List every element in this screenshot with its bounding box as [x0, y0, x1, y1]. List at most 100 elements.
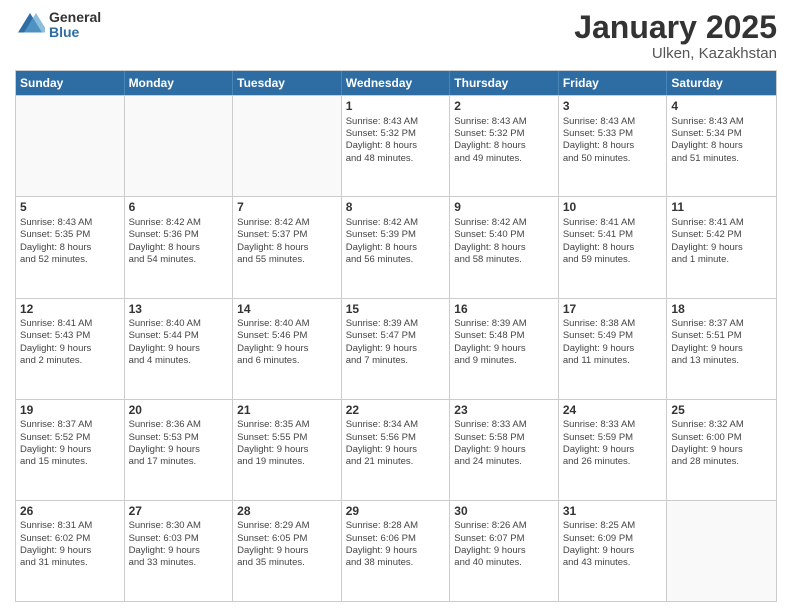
day-info: and 1 minute.	[671, 254, 772, 266]
day-number: 14	[237, 302, 337, 318]
day-info: Sunrise: 8:40 AM	[129, 318, 229, 330]
day-info: Sunset: 5:49 PM	[563, 330, 663, 342]
cal-cell: 8Sunrise: 8:42 AMSunset: 5:39 PMDaylight…	[342, 197, 451, 297]
day-info: Daylight: 9 hours	[346, 444, 446, 456]
cal-header-thursday: Thursday	[450, 71, 559, 95]
day-info: Sunset: 5:39 PM	[346, 229, 446, 241]
day-info: Daylight: 8 hours	[454, 140, 554, 152]
cal-cell: 29Sunrise: 8:28 AMSunset: 6:06 PMDayligh…	[342, 501, 451, 601]
day-info: Daylight: 9 hours	[671, 242, 772, 254]
day-info: Daylight: 9 hours	[20, 343, 120, 355]
day-info: and 56 minutes.	[346, 254, 446, 266]
cal-cell: 30Sunrise: 8:26 AMSunset: 6:07 PMDayligh…	[450, 501, 559, 601]
day-info: and 55 minutes.	[237, 254, 337, 266]
day-info: and 51 minutes.	[671, 153, 772, 165]
day-info: Sunrise: 8:33 AM	[563, 419, 663, 431]
logo-blue: Blue	[49, 25, 101, 40]
day-info: and 19 minutes.	[237, 456, 337, 468]
day-info: Sunrise: 8:42 AM	[129, 217, 229, 229]
day-info: Sunrise: 8:25 AM	[563, 520, 663, 532]
day-number: 17	[563, 302, 663, 318]
day-number: 26	[20, 504, 120, 520]
cal-header-friday: Friday	[559, 71, 668, 95]
cal-cell: 12Sunrise: 8:41 AMSunset: 5:43 PMDayligh…	[16, 299, 125, 399]
day-info: Daylight: 9 hours	[346, 343, 446, 355]
day-number: 9	[454, 200, 554, 216]
day-info: Sunset: 6:02 PM	[20, 533, 120, 545]
day-info: Sunrise: 8:42 AM	[346, 217, 446, 229]
day-info: and 26 minutes.	[563, 456, 663, 468]
day-info: Sunrise: 8:28 AM	[346, 520, 446, 532]
day-number: 15	[346, 302, 446, 318]
cal-cell: 28Sunrise: 8:29 AMSunset: 6:05 PMDayligh…	[233, 501, 342, 601]
cal-row-1: 5Sunrise: 8:43 AMSunset: 5:35 PMDaylight…	[16, 196, 776, 297]
day-info: and 4 minutes.	[129, 355, 229, 367]
cal-cell: 19Sunrise: 8:37 AMSunset: 5:52 PMDayligh…	[16, 400, 125, 500]
day-info: and 33 minutes.	[129, 557, 229, 569]
day-info: Sunrise: 8:39 AM	[346, 318, 446, 330]
day-info: Daylight: 9 hours	[20, 444, 120, 456]
day-info: and 28 minutes.	[671, 456, 772, 468]
day-info: Sunrise: 8:37 AM	[20, 419, 120, 431]
day-info: Sunset: 5:32 PM	[346, 128, 446, 140]
day-info: Sunset: 5:40 PM	[454, 229, 554, 241]
cal-cell: 3Sunrise: 8:43 AMSunset: 5:33 PMDaylight…	[559, 96, 668, 196]
cal-cell: 10Sunrise: 8:41 AMSunset: 5:41 PMDayligh…	[559, 197, 668, 297]
logo-text: General Blue	[49, 10, 101, 41]
cal-cell: 24Sunrise: 8:33 AMSunset: 5:59 PMDayligh…	[559, 400, 668, 500]
day-info: Daylight: 9 hours	[454, 545, 554, 557]
day-number: 7	[237, 200, 337, 216]
cal-cell: 11Sunrise: 8:41 AMSunset: 5:42 PMDayligh…	[667, 197, 776, 297]
day-info: Daylight: 9 hours	[20, 545, 120, 557]
day-info: Sunset: 5:48 PM	[454, 330, 554, 342]
day-info: Daylight: 9 hours	[237, 343, 337, 355]
day-info: Sunrise: 8:30 AM	[129, 520, 229, 532]
cal-cell	[16, 96, 125, 196]
cal-cell: 20Sunrise: 8:36 AMSunset: 5:53 PMDayligh…	[125, 400, 234, 500]
cal-cell: 7Sunrise: 8:42 AMSunset: 5:37 PMDaylight…	[233, 197, 342, 297]
calendar: SundayMondayTuesdayWednesdayThursdayFrid…	[15, 70, 777, 602]
day-info: Sunrise: 8:29 AM	[237, 520, 337, 532]
day-info: Sunrise: 8:39 AM	[454, 318, 554, 330]
day-info: Daylight: 9 hours	[129, 444, 229, 456]
day-info: Sunset: 5:32 PM	[454, 128, 554, 140]
day-info: Sunrise: 8:41 AM	[563, 217, 663, 229]
day-info: Sunset: 5:47 PM	[346, 330, 446, 342]
cal-cell: 4Sunrise: 8:43 AMSunset: 5:34 PMDaylight…	[667, 96, 776, 196]
day-info: Sunrise: 8:42 AM	[454, 217, 554, 229]
day-info: Sunset: 5:51 PM	[671, 330, 772, 342]
day-info: Sunrise: 8:34 AM	[346, 419, 446, 431]
cal-cell: 17Sunrise: 8:38 AMSunset: 5:49 PMDayligh…	[559, 299, 668, 399]
day-info: Sunrise: 8:43 AM	[454, 116, 554, 128]
day-info: and 13 minutes.	[671, 355, 772, 367]
day-info: Sunset: 5:58 PM	[454, 432, 554, 444]
day-info: Daylight: 9 hours	[563, 343, 663, 355]
day-info: and 17 minutes.	[129, 456, 229, 468]
day-number: 20	[129, 403, 229, 419]
cal-header-saturday: Saturday	[667, 71, 776, 95]
day-info: and 50 minutes.	[563, 153, 663, 165]
day-info: Sunrise: 8:43 AM	[346, 116, 446, 128]
day-number: 2	[454, 99, 554, 115]
day-info: Sunset: 5:46 PM	[237, 330, 337, 342]
day-info: Sunset: 6:00 PM	[671, 432, 772, 444]
day-number: 5	[20, 200, 120, 216]
day-info: Sunrise: 8:43 AM	[20, 217, 120, 229]
day-number: 21	[237, 403, 337, 419]
day-info: Sunrise: 8:31 AM	[20, 520, 120, 532]
day-info: Sunset: 6:06 PM	[346, 533, 446, 545]
cal-row-3: 19Sunrise: 8:37 AMSunset: 5:52 PMDayligh…	[16, 399, 776, 500]
day-info: Daylight: 9 hours	[129, 545, 229, 557]
logo: General Blue	[15, 10, 101, 41]
day-info: Daylight: 9 hours	[129, 343, 229, 355]
day-info: and 6 minutes.	[237, 355, 337, 367]
cal-row-0: 1Sunrise: 8:43 AMSunset: 5:32 PMDaylight…	[16, 95, 776, 196]
day-number: 27	[129, 504, 229, 520]
title-month: January 2025	[574, 10, 777, 45]
day-number: 22	[346, 403, 446, 419]
day-info: Daylight: 9 hours	[346, 545, 446, 557]
day-info: Sunset: 5:59 PM	[563, 432, 663, 444]
day-info: Daylight: 9 hours	[671, 444, 772, 456]
day-info: Daylight: 8 hours	[454, 242, 554, 254]
cal-cell: 21Sunrise: 8:35 AMSunset: 5:55 PMDayligh…	[233, 400, 342, 500]
